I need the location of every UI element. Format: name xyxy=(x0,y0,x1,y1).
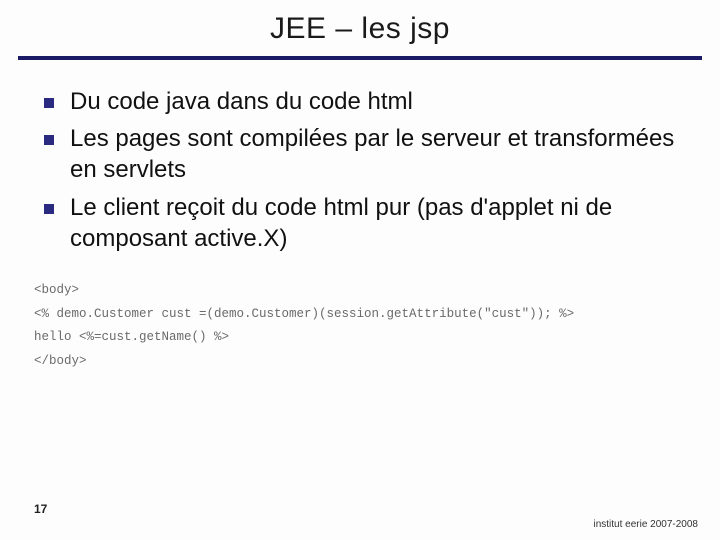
code-line: <% demo.Customer cust =(demo.Customer)(s… xyxy=(34,308,720,322)
bullet-item: Le client reçoit du code html pur (pas d… xyxy=(44,192,694,254)
code-line: <body> xyxy=(34,284,720,298)
title-wrap: JEE – les jsp xyxy=(0,12,720,54)
page-number: 17 xyxy=(34,502,47,516)
code-sample: <body> <% demo.Customer cust =(demo.Cust… xyxy=(0,260,720,369)
square-bullet-icon xyxy=(44,135,54,145)
bullet-list: Du code java dans du code html Les pages… xyxy=(0,60,720,254)
bullet-text: Le client reçoit du code html pur (pas d… xyxy=(70,192,694,254)
bullet-text: Les pages sont compilées par le serveur … xyxy=(70,123,694,185)
code-line: hello <%=cust.getName() %> xyxy=(34,331,720,345)
square-bullet-icon xyxy=(44,98,54,108)
bullet-item: Du code java dans du code html xyxy=(44,86,694,117)
slide-title: JEE – les jsp xyxy=(0,12,720,46)
bullet-item: Les pages sont compilées par le serveur … xyxy=(44,123,694,185)
slide: JEE – les jsp Du code java dans du code … xyxy=(0,0,720,540)
code-line: </body> xyxy=(34,355,720,369)
bullet-text: Du code java dans du code html xyxy=(70,86,694,117)
footer-text: institut eerie 2007-2008 xyxy=(593,519,698,530)
square-bullet-icon xyxy=(44,204,54,214)
